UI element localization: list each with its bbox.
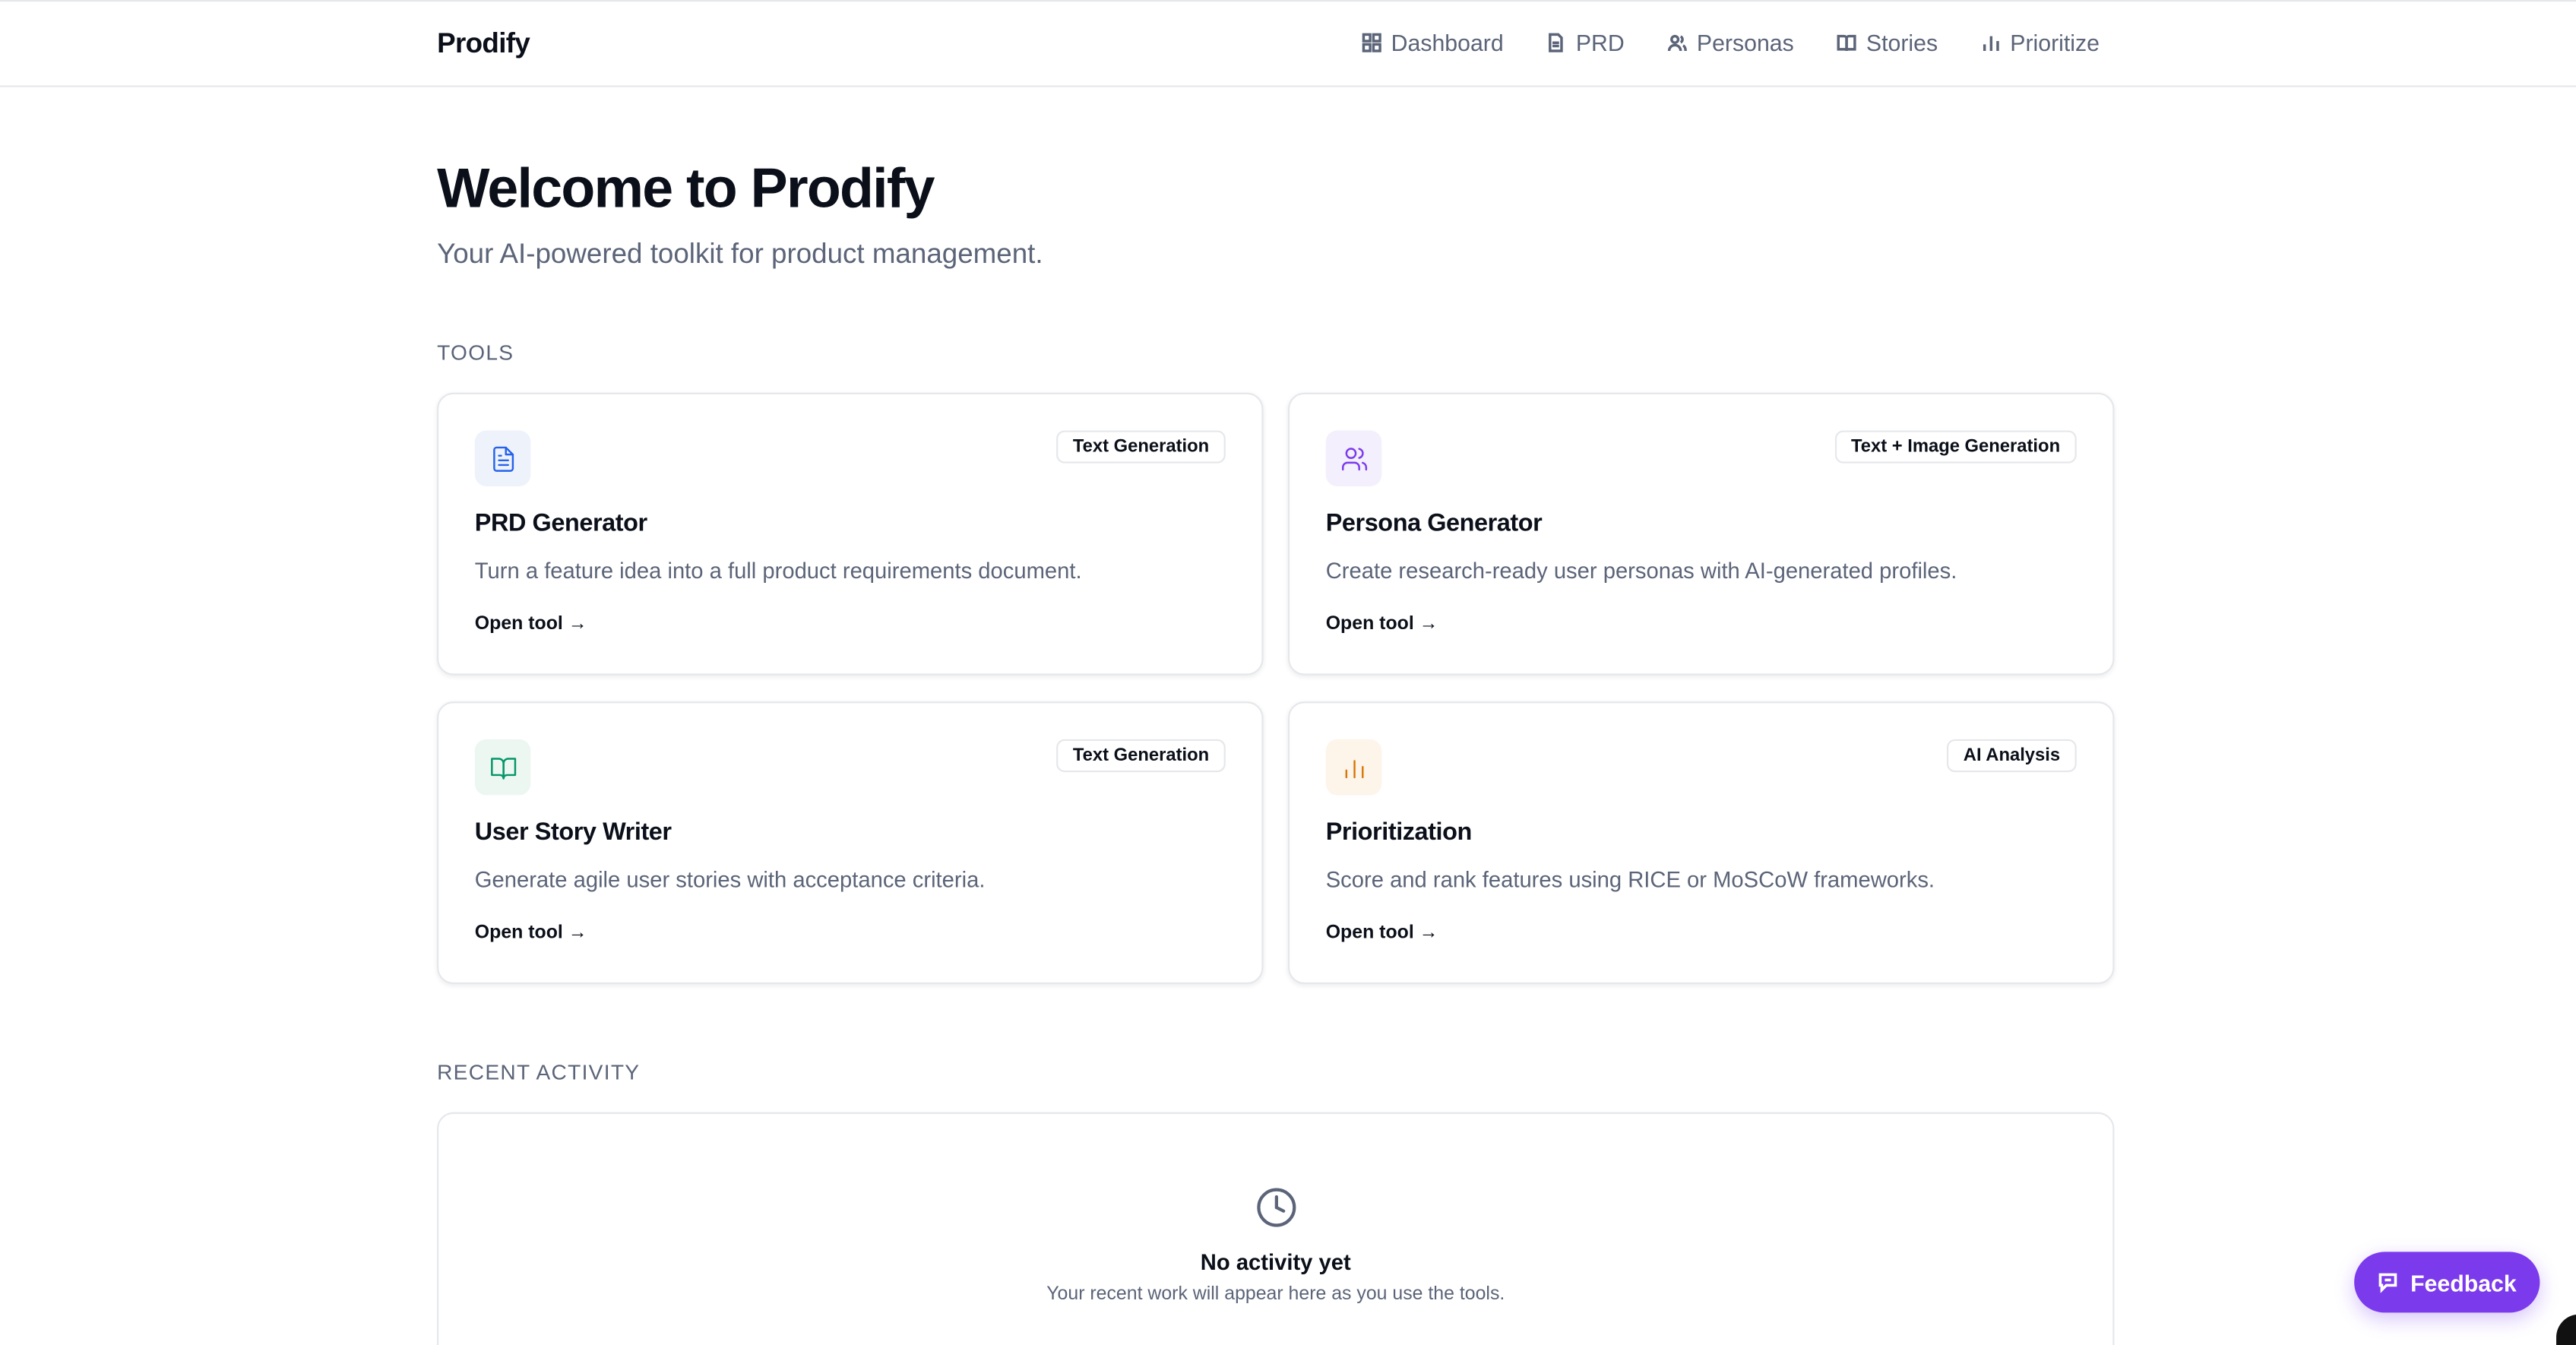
tool-icon-box	[1325, 739, 1382, 796]
nav-label: Personas	[1696, 29, 1794, 56]
feedback-button[interactable]: Feedback	[2354, 1252, 2540, 1313]
nav-label: Prioritize	[2010, 29, 2100, 56]
nav-label: Dashboard	[1391, 29, 1504, 56]
users-icon	[1340, 447, 1367, 470]
recent-activity-panel: No activity yet Your recent work will ap…	[437, 1112, 2115, 1345]
tool-card-user-story[interactable]: Text Generation User Story Writer Genera…	[437, 701, 1264, 985]
empty-state-title: No activity yet	[1200, 1250, 1351, 1275]
clock-icon	[1257, 1188, 1296, 1227]
tool-badge: Text Generation	[1056, 430, 1226, 464]
bar-chart-icon	[1982, 36, 1998, 52]
recent-activity-label: RECENT ACTIVITY	[437, 1059, 641, 1084]
feedback-label: Feedback	[2410, 1269, 2517, 1296]
tool-description: Turn a feature idea into a full product …	[474, 559, 1082, 584]
nav-prioritize[interactable]: Prioritize	[1980, 30, 2100, 56]
tool-card-prd[interactable]: Text Generation PRD Generator Turn a fea…	[437, 392, 1264, 676]
message-icon	[2379, 1273, 2397, 1293]
brand-logo[interactable]: Prodify	[437, 28, 530, 61]
tool-badge: Text Generation	[1056, 739, 1226, 773]
open-tool-link[interactable]: Open tool →	[1326, 615, 1438, 635]
bar-chart-icon	[1344, 759, 1363, 778]
open-tool-link[interactable]: Open tool →	[1326, 923, 1438, 943]
tool-badge: AI Analysis	[1947, 739, 2077, 773]
tool-description: Score and rank features using RICE or Mo…	[1325, 867, 1935, 892]
window-corner	[2556, 1314, 2576, 1345]
grid-icon	[1362, 33, 1381, 52]
document-icon	[492, 445, 514, 471]
users-icon	[1667, 34, 1687, 52]
nav-dashboard[interactable]: Dashboard	[1362, 30, 1504, 56]
tool-icon-box	[474, 430, 531, 486]
tool-icon-box	[1325, 430, 1382, 486]
tool-description: Generate agile user stories with accepta…	[474, 867, 986, 892]
tool-title: User Story Writer	[474, 818, 672, 847]
document-icon	[1549, 33, 1564, 52]
page-subtitle: Your AI-powered toolkit for product mana…	[437, 238, 1043, 270]
nav-label: PRD	[1575, 29, 1625, 56]
main-nav: Dashboard PRD Personas Stories Prioritiz…	[1362, 30, 2100, 56]
tool-icon-box	[474, 739, 531, 796]
nav-stories[interactable]: Stories	[1837, 30, 1938, 56]
tool-description: Create research-ready user personas with…	[1325, 559, 1957, 584]
nav-prd[interactable]: PRD	[1546, 30, 1625, 56]
nav-personas[interactable]: Personas	[1667, 30, 1794, 56]
tool-title: Prioritization	[1325, 818, 1473, 847]
tool-title: Persona Generator	[1325, 509, 1543, 537]
tool-card-persona[interactable]: Text + Image Generation Persona Generato…	[1287, 392, 2115, 676]
tool-card-prioritization[interactable]: AI Analysis Prioritization Score and ran…	[1287, 701, 2115, 985]
tool-title: PRD Generator	[474, 509, 647, 537]
page-title: Welcome to Prodify	[437, 157, 935, 220]
book-icon	[490, 757, 516, 779]
open-tool-link[interactable]: Open tool →	[475, 615, 587, 635]
book-icon	[1837, 34, 1856, 52]
tool-badge: Text + Image Generation	[1834, 430, 2077, 464]
tools-section-label: TOOLS	[437, 340, 514, 365]
open-tool-link[interactable]: Open tool →	[475, 923, 587, 943]
empty-state-subtitle: Your recent work will appear here as you…	[1046, 1284, 1505, 1305]
nav-label: Stories	[1866, 29, 1938, 56]
top-navbar: Prodify Dashboard PRD Personas Stories P…	[0, 0, 2576, 87]
